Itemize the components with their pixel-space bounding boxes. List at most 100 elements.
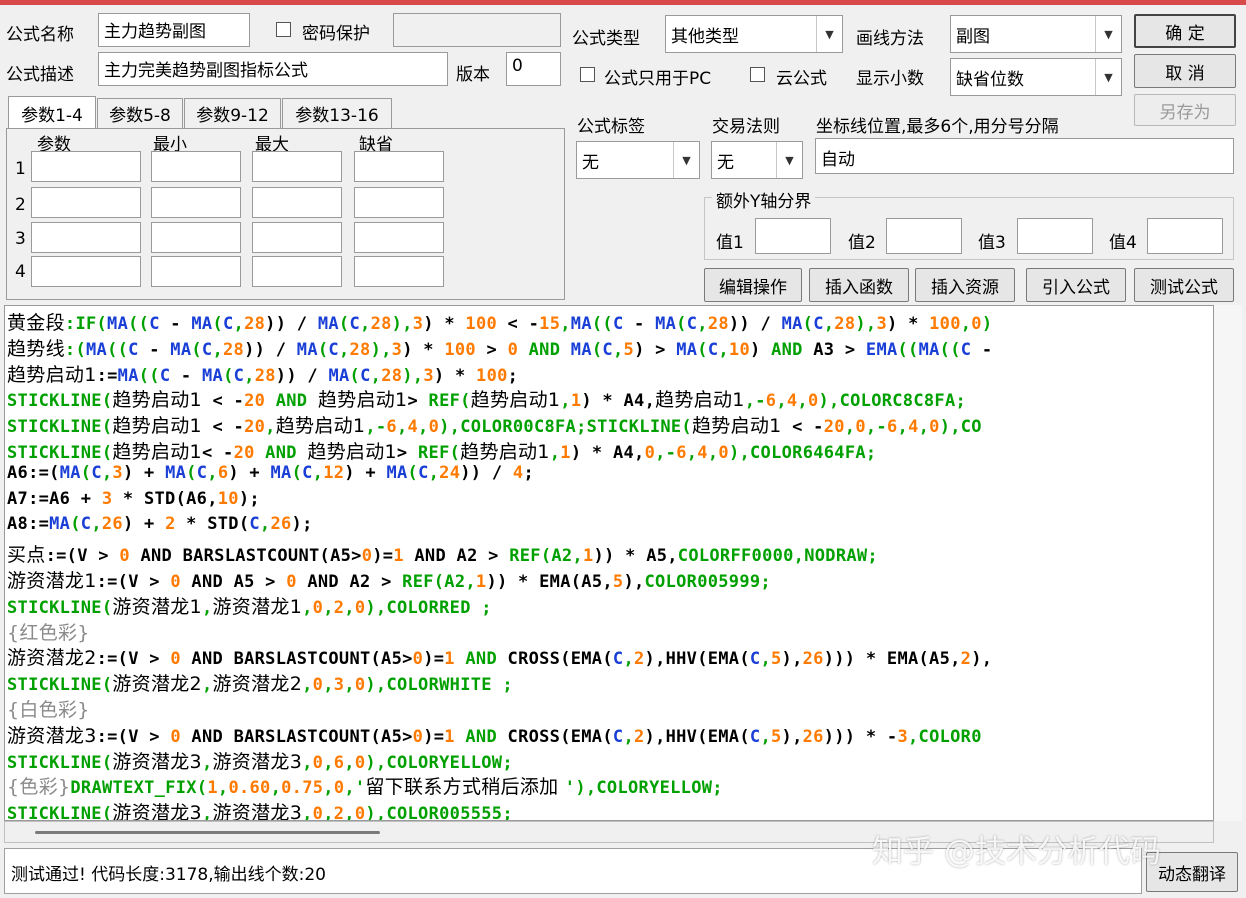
code-line[interactable]: STICKLINE(游资潜龙2,游资潜龙2,0,3,0),COLORWHITE … (7, 669, 513, 696)
code-token: , (360, 314, 371, 334)
param-max-input[interactable] (252, 151, 342, 182)
param-min-input[interactable] (151, 151, 241, 182)
code-token: COLORFF0000,NODRAW; (677, 546, 878, 567)
y-value-2-input[interactable] (886, 218, 962, 254)
param-default-input[interactable] (354, 187, 444, 218)
code-token: , (312, 462, 324, 483)
import-formula-button[interactable]: 引入公式 (1026, 268, 1126, 302)
chevron-down-icon[interactable]: ▼ (1095, 16, 1121, 52)
code-line[interactable]: A7:=A6 + 3 * STD(A6,10); (7, 489, 260, 509)
code-token: , (776, 391, 787, 412)
code-token: 0 (286, 572, 297, 592)
chevron-down-icon[interactable]: ▼ (816, 16, 842, 52)
insert-resource-button[interactable]: 插入资源 (915, 268, 1015, 302)
code-token: STICKLINE( (7, 752, 113, 773)
code-token: COLOR005555; (386, 804, 513, 821)
param-name-input[interactable] (31, 151, 141, 182)
code-token: > (396, 443, 418, 463)
param-default-input[interactable] (354, 151, 444, 182)
code-line[interactable]: 游资潜龙3:=(V > 0 AND BARSLASTCOUNT(A5>0)=1 … (7, 721, 982, 748)
param-default-input[interactable] (354, 222, 444, 253)
param-min-input[interactable] (151, 187, 241, 218)
param-min-input[interactable] (151, 222, 241, 253)
code-editor[interactable]: 黄金段:IF(MA((C - MA(C,28)) / MA(C,28),3) *… (4, 305, 1214, 821)
code-token: 28 (223, 339, 245, 360)
code-token: ( (223, 365, 234, 386)
code-line[interactable]: {色彩}DRAWTEXT_FIX(1,0.60,0.75,0,'留下联系方式稍后… (7, 772, 723, 799)
code-line[interactable]: STICKLINE(趋势启动1 < -20 AND 趋势启动1> REF(趋势启… (7, 385, 966, 412)
code-line[interactable]: A8:=MA(C,26) + 2 * STD(C,26); (7, 514, 313, 534)
formula-tag-select[interactable]: 无 ▼ (576, 141, 700, 179)
chevron-down-icon[interactable]: ▼ (1095, 59, 1121, 95)
param-default-input[interactable] (354, 256, 444, 287)
tab-params-5-8[interactable]: 参数5-8 (97, 98, 183, 128)
code-token: 2 (333, 804, 345, 821)
y-value-1-input[interactable] (755, 218, 831, 254)
code-line[interactable]: 黄金段:IF(MA((C - MA(C,28)) / MA(C,28),3) *… (7, 308, 992, 335)
save-as-button[interactable]: 另存为 (1134, 94, 1236, 126)
param-min-input[interactable] (151, 256, 241, 287)
formula-name-input[interactable]: 主力趋势副图 (98, 13, 250, 47)
code-token: ( (697, 339, 708, 360)
param-max-input[interactable] (252, 256, 342, 287)
y-value-4-input[interactable] (1147, 218, 1223, 254)
code-token: , (918, 417, 930, 438)
code-line[interactable]: 买点:=(V > 0 AND BARSLASTCOUNT(A5>0)=1 AND… (7, 540, 878, 567)
cloud-checkbox[interactable] (750, 67, 765, 82)
code-token: 4 (407, 417, 419, 438)
param-name-input[interactable] (31, 187, 141, 218)
ok-button[interactable]: 确 定 (1134, 14, 1236, 48)
code-line[interactable]: {红色彩} (7, 618, 90, 645)
code-token: , (323, 675, 334, 696)
param-max-input[interactable] (252, 187, 342, 218)
code-line[interactable]: STICKLINE(游资潜龙3,游资潜龙3,0,6,0),COLORYELLOW… (7, 747, 513, 774)
code-token: 0.75 (281, 778, 324, 799)
code-line[interactable]: STICKLINE(趋势启动1 < -20,趋势启动1,-6,4,0),COLO… (7, 411, 982, 438)
trade-rule-select[interactable]: 无 ▼ (711, 141, 803, 179)
axis-position-input[interactable]: 自动 (815, 138, 1234, 174)
password-label: 密码保护 (302, 24, 370, 44)
code-line[interactable]: STICKLINE(游资潜龙1,游资潜龙1,0,2,0),COLORRED ; (7, 592, 492, 619)
code-token: ), (365, 752, 387, 773)
password-input[interactable] (393, 13, 561, 47)
insert-function-button[interactable]: 插入函数 (809, 268, 909, 302)
code-line[interactable]: 游资潜龙1:=(V > 0 AND A5 > 0 AND A2 > REF(A2… (7, 566, 771, 593)
edit-operations-button[interactable]: 编辑操作 (704, 268, 802, 302)
param-max-input[interactable] (252, 222, 342, 253)
y-value-1-label: 值1 (716, 233, 744, 253)
code-token: COLOR005999; (644, 572, 771, 592)
y-value-3-input[interactable] (1017, 218, 1093, 254)
code-token: C (749, 726, 761, 747)
version-input[interactable]: 0 (506, 52, 561, 86)
code-line[interactable]: STICKLINE(游资潜龙3,游资潜龙3,0,2,0),COLOR005555… (7, 798, 513, 821)
code-line[interactable]: STICKLINE(趋势启动1< -20 AND 趋势启动1> REF(趋势启动… (7, 437, 876, 464)
formula-type-select[interactable]: 其他类型 ▼ (665, 15, 843, 53)
param-name-input[interactable] (31, 256, 141, 287)
password-checkbox[interactable] (276, 22, 291, 37)
code-line[interactable]: 趋势启动1:=MA((C - MA(C,28)) / MA(C,28),3) *… (7, 360, 518, 387)
cancel-button[interactable]: 取 消 (1134, 54, 1236, 88)
code-line[interactable]: A6:=(MA(C,3) + MA(C,6) + MA(C,12) + MA(C… (7, 463, 534, 483)
scrollbar-thumb[interactable] (35, 831, 380, 834)
param-name-input[interactable] (31, 222, 141, 253)
tab-params-13-16[interactable]: 参数13-16 (282, 98, 392, 128)
decimals-select[interactable]: 缺省位数 ▼ (950, 58, 1122, 96)
draw-method-select[interactable]: 副图 ▼ (950, 15, 1122, 53)
formula-desc-input[interactable]: 主力完美趋势副图指标公式 (98, 52, 448, 86)
code-line[interactable]: 趋势线:(MA((C - MA(C,28)) / MA(C,28),3) * 1… (7, 334, 992, 361)
code-token: , (233, 314, 245, 334)
code-line[interactable]: {白色彩} (7, 695, 90, 722)
code-token: 0 (971, 314, 982, 334)
tab-params-1-4[interactable]: 参数1-4 (8, 96, 96, 130)
code-token: - (159, 314, 192, 334)
code-token: > (407, 391, 429, 412)
vertical-scrollbar[interactable] (1214, 305, 1242, 821)
pc-only-checkbox[interactable] (580, 67, 595, 82)
tab-params-9-12[interactable]: 参数9-12 (184, 98, 281, 128)
test-formula-button[interactable]: 测试公式 (1134, 268, 1234, 302)
chevron-down-icon[interactable]: ▼ (776, 142, 802, 178)
chevron-down-icon[interactable]: ▼ (673, 142, 699, 178)
code-token: ) + (228, 462, 271, 483)
code-token: C (749, 649, 761, 670)
code-line[interactable]: 游资潜龙2:=(V > 0 AND BARSLASTCOUNT(A5>0)=1 … (7, 643, 992, 670)
